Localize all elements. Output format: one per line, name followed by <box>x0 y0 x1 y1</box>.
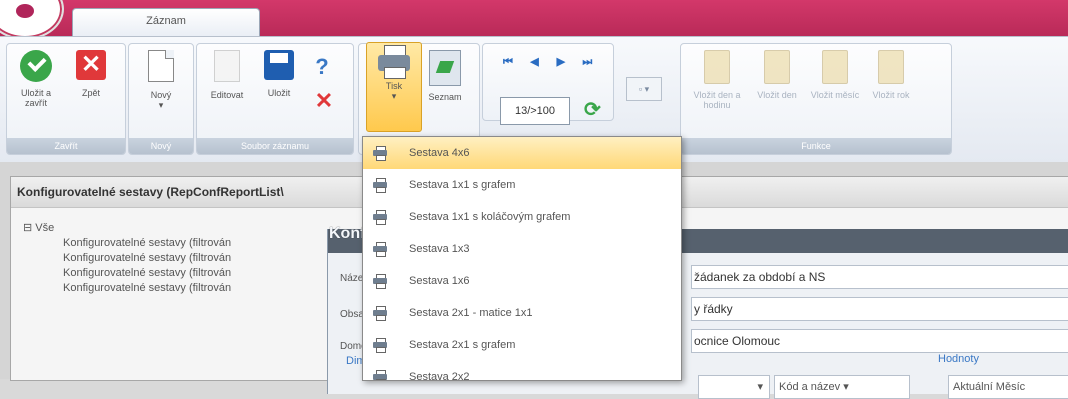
small-dropdown[interactable]: ▫ ▾ <box>626 77 662 101</box>
clipboard-icon <box>704 50 730 84</box>
next-record-button[interactable]: ▶ <box>551 53 571 71</box>
insert-month-label: Vložit měsíc <box>810 90 860 100</box>
menu-item[interactable]: Sestava 2x1 s grafem <box>363 329 681 361</box>
menu-item-label: Sestava 1x6 <box>409 275 470 287</box>
group-label-soubor: Soubor záznamu <box>197 138 353 154</box>
menu-item-label: Sestava 2x1 - matice 1x1 <box>409 307 533 319</box>
home-field[interactable]: ocnice Olomouc <box>691 329 1068 353</box>
group-label-funkce: Funkce <box>681 138 951 154</box>
app-menu-button[interactable] <box>0 0 64 40</box>
tree-item[interactable]: Konfigurovatelné sestavy (filtrován <box>23 251 231 266</box>
new-button[interactable]: Nový ▾ <box>139 50 183 110</box>
menu-item[interactable]: Sestava 1x1 s koláčovým grafem <box>363 201 681 233</box>
tree-item[interactable]: Konfigurovatelné sestavy (filtrován <box>23 236 231 251</box>
first-record-button[interactable]: ⏮ <box>498 53 518 71</box>
save-button[interactable]: Uložit <box>259 50 299 98</box>
report-tree: ⊟ Vše Konfigurovatelné sestavy (filtrová… <box>23 221 231 296</box>
print-button[interactable]: Tisk ▾ <box>366 42 422 132</box>
prev-record-button[interactable]: ◀ <box>524 53 544 71</box>
menu-item[interactable]: Sestava 4x6 <box>363 137 681 169</box>
new-label: Nový <box>150 90 172 100</box>
save-label: Uložit <box>267 88 291 98</box>
clipboard-icon <box>878 50 904 84</box>
delete-button[interactable]: ✕ <box>309 88 339 114</box>
group-soubor: Editovat Uložit ? ✕ Soubor záznamu <box>196 43 354 155</box>
group-funkce: Vložit den a hodinu Vložit den Vložit mě… <box>680 43 952 155</box>
print-dropdown-menu: Sestava 4x6 Sestava 1x1 s grafem Sestava… <box>362 136 682 381</box>
name-field[interactable]: žádanek za období a NS <box>691 265 1068 289</box>
chevron-down-icon: ▾ <box>391 91 397 101</box>
new-document-icon <box>148 50 174 82</box>
printer-icon <box>373 306 387 321</box>
list-button[interactable]: Seznam <box>421 50 469 102</box>
close-icon: ✕ <box>76 50 106 80</box>
menu-item[interactable]: Sestava 2x1 - matice 1x1 <box>363 297 681 329</box>
printer-icon <box>373 210 387 225</box>
last-record-button[interactable]: ⏭ <box>577 53 597 71</box>
list-label: Seznam <box>428 92 462 102</box>
edit-button[interactable]: Editovat <box>203 50 251 100</box>
printer-icon <box>373 146 387 161</box>
save-close-button[interactable]: Uložit a zavřít <box>13 50 59 108</box>
group-label-zavrit: Zavřít <box>7 138 125 154</box>
insert-day-hour-label: Vložit den a hodinu <box>693 90 741 110</box>
content-field[interactable]: y řádky <box>691 297 1068 321</box>
title-bar: Záznam <box>0 0 1068 40</box>
menu-item-label: Sestava 4x6 <box>409 147 470 159</box>
help-icon: ? <box>315 54 329 79</box>
menu-item[interactable]: Sestava 2x2 <box>363 361 681 381</box>
dialog-title: Konf <box>329 225 366 242</box>
menu-item-label: Sestava 1x1 s grafem <box>409 179 516 191</box>
clipboard-icon <box>764 50 790 84</box>
printer-icon <box>373 338 387 353</box>
values-label: Hodnoty <box>938 353 979 365</box>
nav-buttons: ⏮ ◀ ▶ ⏭ <box>497 52 598 71</box>
insert-year-button[interactable]: Vložit rok <box>865 50 917 100</box>
check-icon <box>20 50 52 82</box>
tree-item[interactable]: Konfigurovatelné sestavy (filtrován <box>23 266 231 281</box>
menu-item[interactable]: Sestava 1x6 <box>363 265 681 297</box>
group-novy: Nový ▾ Nový <box>128 43 194 155</box>
menu-item[interactable]: Sestava 1x1 s grafem <box>363 169 681 201</box>
insert-year-label: Vložit rok <box>872 90 910 100</box>
tab-zaznam[interactable]: Záznam <box>72 8 260 37</box>
printer-icon <box>373 242 387 257</box>
group-zavrit: Uložit a zavřít ✕ Zpět Zavřít <box>6 43 126 155</box>
menu-item-label: Sestava 1x3 <box>409 243 470 255</box>
printer-icon <box>376 43 412 79</box>
back-button[interactable]: ✕ Zpět <box>71 50 111 98</box>
edit-icon <box>214 50 240 82</box>
edit-label: Editovat <box>210 90 244 100</box>
printer-icon <box>373 274 387 289</box>
save-close-label: Uložit a zavřít <box>20 88 51 108</box>
help-button[interactable]: ? <box>307 54 337 80</box>
back-label: Zpět <box>81 88 100 98</box>
list-icon <box>429 50 461 86</box>
print-label: Tisk <box>385 81 403 91</box>
insert-month-button[interactable]: Vložit měsíc <box>809 50 861 100</box>
tree-root[interactable]: ⊟ Vše <box>23 221 231 234</box>
menu-item-label: Sestava 2x1 s grafem <box>409 339 516 351</box>
menu-item[interactable]: Sestava 1x3 <box>363 233 681 265</box>
save-icon <box>264 50 294 80</box>
group-label-novy: Nový <box>129 138 193 154</box>
printer-icon <box>373 178 387 193</box>
clipboard-icon <box>822 50 848 84</box>
menu-item-label: Sestava 2x2 <box>409 371 470 381</box>
chevron-down-icon: ▾ <box>158 100 164 110</box>
menu-item-label: Sestava 1x1 s koláčovým grafem <box>409 211 571 223</box>
refresh-icon[interactable]: ⟳ <box>584 97 601 122</box>
insert-day-hour-button[interactable]: Vložit den a hodinu <box>691 50 743 110</box>
insert-day-button[interactable]: Vložit den <box>751 50 803 100</box>
printer-icon <box>373 370 387 380</box>
record-counter[interactable]: 13/>100 <box>500 97 570 125</box>
delete-icon: ✕ <box>314 88 334 113</box>
tree-item[interactable]: Konfigurovatelné sestavy (filtrován <box>23 281 231 296</box>
app-logo-icon <box>16 4 34 18</box>
insert-day-label: Vložit den <box>757 90 797 100</box>
